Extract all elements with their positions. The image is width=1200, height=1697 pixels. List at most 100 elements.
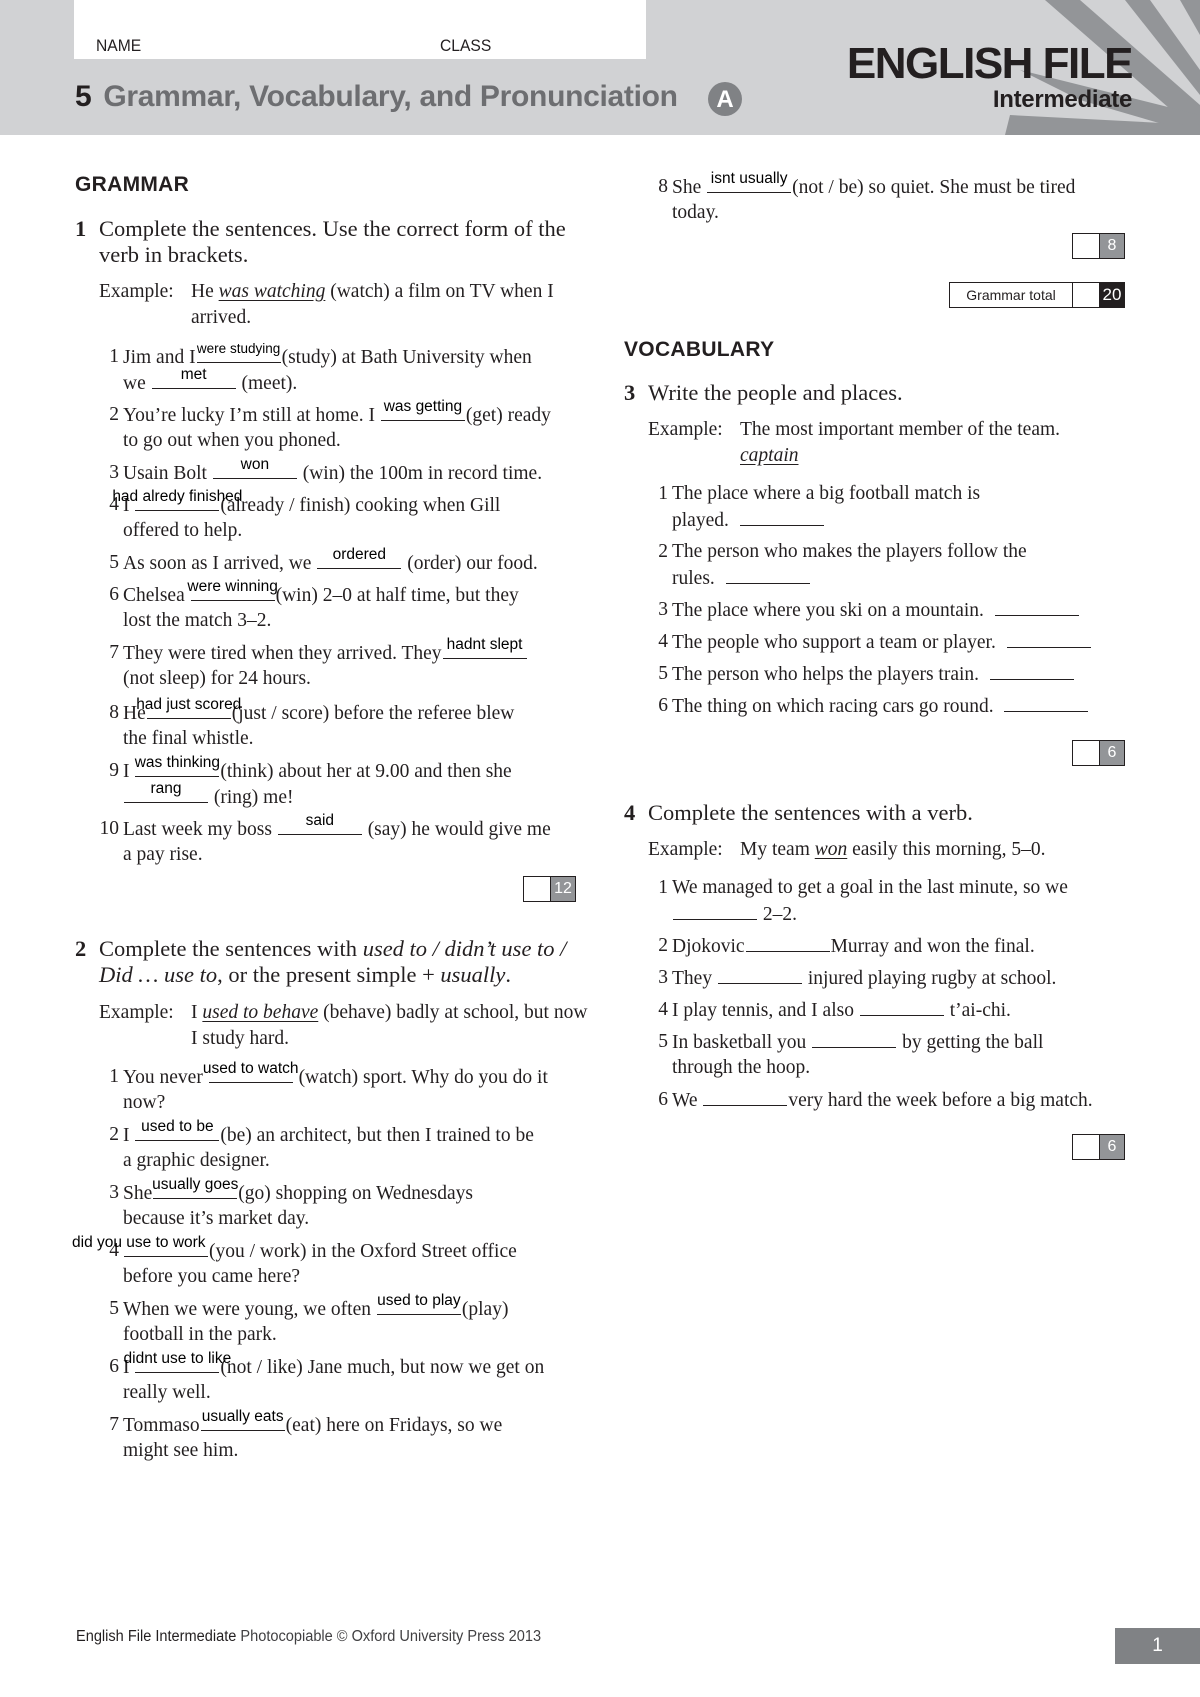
grammar-total-label: Grammar total bbox=[950, 283, 1073, 307]
answer-blank[interactable]: had just scored bbox=[136, 697, 241, 719]
example-label: Example: bbox=[99, 1002, 174, 1023]
answer-blank[interactable] bbox=[1004, 693, 1089, 712]
ex2-score-box: 8 bbox=[1072, 233, 1125, 259]
max-score: 12 bbox=[551, 877, 575, 901]
answer-blank[interactable]: were winning bbox=[187, 579, 278, 601]
answer-text: didnt use to like bbox=[123, 1350, 232, 1367]
brand-logo: ENGLISH FILE bbox=[846, 39, 1134, 88]
answer-text: met bbox=[180, 366, 207, 383]
ex1-instruction: Complete the sentences. Use the correct … bbox=[99, 216, 566, 267]
answer-blank[interactable]: was thinking bbox=[134, 754, 221, 777]
answer-text: isnt usually bbox=[710, 170, 788, 187]
answer-blank[interactable] bbox=[739, 507, 824, 526]
ex3-number: 3 bbox=[624, 380, 636, 405]
answer-text: usually eats bbox=[201, 1408, 284, 1425]
score-input[interactable] bbox=[1073, 1135, 1100, 1159]
level-label: Intermediate bbox=[992, 86, 1132, 113]
answer-blank[interactable] bbox=[717, 965, 802, 984]
ex4-number: 4 bbox=[624, 800, 636, 825]
answer-text: were winning bbox=[187, 578, 278, 595]
answer-blank[interactable]: had alredy finished bbox=[112, 489, 242, 511]
score-input[interactable] bbox=[524, 877, 551, 901]
answer-text: used to play bbox=[377, 1292, 461, 1309]
version-badge: A bbox=[708, 82, 742, 116]
answer-text: had just scored bbox=[136, 696, 242, 713]
answer-blank[interactable] bbox=[1006, 629, 1091, 648]
ex4-score-box: 6 bbox=[1072, 1134, 1125, 1160]
answer-blank[interactable]: usually eats bbox=[200, 1408, 285, 1431]
answer-blank[interactable]: used to play bbox=[376, 1292, 461, 1315]
answer-blank[interactable]: did you use to work bbox=[72, 1235, 208, 1257]
answer-blank[interactable]: usually goes bbox=[152, 1176, 239, 1199]
ex1-score-box: 12 bbox=[523, 876, 576, 902]
page-header: NAME CLASS 5 Grammar, Vocabulary, and Pro… bbox=[0, 0, 1200, 135]
example-label: Example: bbox=[648, 419, 723, 440]
answer-blank[interactable]: won bbox=[212, 456, 297, 479]
answer-text: were studying bbox=[196, 341, 281, 356]
footer-book-title: English File Intermediate bbox=[76, 1628, 237, 1645]
ex3-score-box: 6 bbox=[1072, 740, 1125, 766]
ex2-instruction: Complete the sentences with used to / di… bbox=[99, 936, 567, 987]
unit-title: 5 Grammar, Vocabulary, and Pronunciation bbox=[75, 80, 678, 114]
answer-text: said bbox=[305, 812, 335, 829]
answer-text: used to watch bbox=[202, 1060, 299, 1077]
answer-blank[interactable]: used to watch bbox=[203, 1061, 299, 1083]
score-input[interactable] bbox=[1073, 741, 1100, 765]
answer-text: was getting bbox=[383, 398, 463, 415]
footer-copyright: English File Intermediate Photocopiable … bbox=[76, 1628, 541, 1646]
answer-blank[interactable] bbox=[989, 661, 1074, 680]
example-label: Example: bbox=[99, 281, 174, 302]
answer-text: hadnt slept bbox=[446, 636, 523, 653]
example-answer: used to behave bbox=[202, 1002, 319, 1023]
footer-rights: Photocopiable © Oxford University Press … bbox=[240, 1628, 542, 1645]
answer-blank[interactable] bbox=[859, 997, 944, 1016]
max-score: 8 bbox=[1100, 234, 1124, 258]
max-score: 6 bbox=[1100, 741, 1124, 765]
answer-blank[interactable]: hadnt slept bbox=[442, 636, 527, 659]
answer-blank[interactable] bbox=[703, 1087, 788, 1106]
answer-blank[interactable]: ordered bbox=[317, 546, 402, 569]
example-answer: won bbox=[814, 839, 848, 860]
grammar-total-box: Grammar total 20 bbox=[949, 282, 1125, 308]
answer-text: usually goes bbox=[152, 1176, 239, 1193]
grammar-heading: GRAMMAR bbox=[75, 173, 190, 196]
class-label: CLASS bbox=[440, 36, 492, 55]
answer-blank[interactable]: were studying bbox=[196, 341, 281, 363]
answer-blank[interactable] bbox=[673, 901, 757, 920]
answer-text: did you use to work bbox=[72, 1234, 206, 1251]
unit-title-text: Grammar, Vocabulary, and Pronunciation bbox=[103, 80, 678, 113]
score-input[interactable] bbox=[1073, 234, 1100, 258]
answer-blank[interactable] bbox=[725, 565, 810, 584]
name-class-box: NAME CLASS bbox=[74, 0, 646, 59]
name-label: NAME bbox=[96, 36, 142, 55]
answer-blank[interactable] bbox=[812, 1029, 897, 1048]
ex4-instruction: Complete the sentences with a verb. bbox=[648, 800, 973, 825]
vocabulary-heading: VOCABULARY bbox=[624, 338, 775, 361]
example-label: Example: bbox=[648, 839, 723, 860]
answer-blank[interactable]: was getting bbox=[380, 398, 465, 421]
total-score-input[interactable] bbox=[1073, 283, 1100, 307]
answer-text: won bbox=[240, 456, 270, 473]
answer-blank[interactable]: isnt usually bbox=[707, 170, 792, 193]
answer-blank[interactable]: rang bbox=[124, 780, 208, 803]
example-answer: was watching bbox=[218, 281, 326, 302]
answer-text: used to be bbox=[141, 1118, 214, 1135]
answer-blank[interactable] bbox=[994, 597, 1079, 616]
answer-text: was thinking bbox=[134, 754, 221, 771]
ex3-instruction: Write the people and places. bbox=[648, 380, 903, 405]
answer-blank[interactable]: didnt use to like bbox=[124, 1351, 231, 1373]
example-answer: captain bbox=[740, 445, 799, 466]
answer-blank[interactable]: used to be bbox=[135, 1118, 220, 1141]
total-max-score: 20 bbox=[1100, 283, 1124, 307]
answer-text: rang bbox=[150, 780, 182, 797]
answer-text: had alredy finished bbox=[112, 488, 243, 505]
page-number: 1 bbox=[1115, 1628, 1200, 1664]
answer-text: ordered bbox=[332, 546, 387, 563]
answer-blank[interactable] bbox=[745, 933, 830, 952]
ex1-number: 1 bbox=[75, 216, 87, 241]
unit-number: 5 bbox=[75, 80, 92, 113]
max-score: 6 bbox=[1100, 1135, 1124, 1159]
answer-blank[interactable]: met bbox=[151, 366, 236, 389]
answer-blank[interactable]: said bbox=[277, 812, 362, 835]
ex2-number: 2 bbox=[75, 936, 87, 961]
